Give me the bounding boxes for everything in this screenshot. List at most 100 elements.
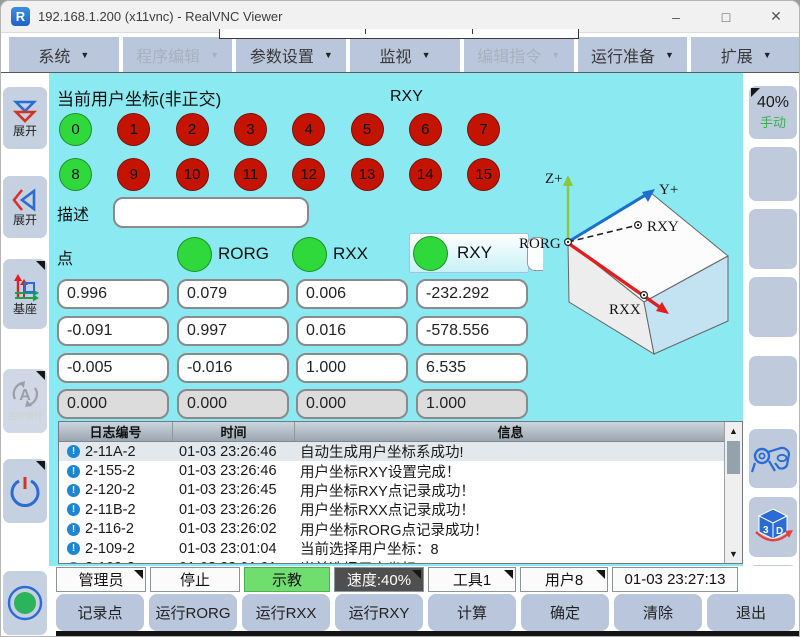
- view-3d-button[interactable]: 3 D: [749, 497, 797, 557]
- log-message: 自动生成用户坐标系成功!: [295, 441, 726, 462]
- status-teach-mode[interactable]: 示教: [244, 567, 330, 592]
- bottom-button[interactable]: 记录点: [56, 594, 144, 631]
- menu-item[interactable]: 扩展▼: [691, 37, 800, 72]
- menu-item-label: 编辑指令: [477, 43, 541, 67]
- log-id-cell: ! 2-109-2: [59, 541, 173, 557]
- expand-left-button[interactable]: 展开: [3, 176, 47, 238]
- right-blank-button-4[interactable]: [749, 356, 797, 406]
- log-message: 用户坐标RXY设置完成！: [295, 461, 726, 482]
- rxx-point-label: RXX: [609, 302, 641, 318]
- matrix-cell-r0c2[interactable]: [296, 279, 408, 309]
- chevron-down-icon: ▼: [422, 50, 431, 60]
- right-blank-button-3[interactable]: [749, 277, 797, 337]
- log-id: 2-116-2: [85, 521, 134, 537]
- log-id-cell: !2-11A-2: [59, 444, 173, 460]
- menu-item[interactable]: 编辑指令 ▼: [464, 37, 574, 72]
- menu-item[interactable]: 系统▼: [9, 37, 119, 72]
- user-coordinate-panel: 当前用户坐标(非正交) RXY 0123456789101112131415 描…: [49, 73, 743, 566]
- chevron-down-icon: ▼: [665, 50, 674, 60]
- status-tool[interactable]: 工具1: [428, 567, 516, 592]
- info-icon: !: [67, 484, 80, 497]
- matrix-cell-r0c1[interactable]: [177, 279, 289, 309]
- bottom-button[interactable]: 确定: [521, 594, 609, 631]
- menu-item[interactable]: 参数设置▼: [236, 37, 346, 72]
- power-icon: [8, 474, 42, 508]
- speed-mode-button[interactable]: 40% 手动: [749, 86, 797, 139]
- log-row[interactable]: !2-155-201-03 23:26:46用户坐标RXY设置完成！: [59, 461, 726, 480]
- log-row[interactable]: !2-11B-201-03 23:26:26用户坐标RXX点记录成功！: [59, 500, 726, 519]
- base-coord-button[interactable]: 基座: [3, 259, 47, 329]
- log-row[interactable]: !2-120-201-03 23:26:45用户坐标RXY点记录成功！: [59, 481, 726, 500]
- matrix-cell-r2c0[interactable]: [57, 353, 169, 383]
- maximize-button[interactable]: □: [701, 1, 751, 33]
- matrix-cell-r1c0[interactable]: [57, 316, 169, 346]
- log-time: 01-03 23:26:45: [173, 482, 295, 498]
- power-button[interactable]: [3, 459, 47, 523]
- menu-item[interactable]: 程序编辑▼: [123, 37, 233, 72]
- chevron-down-icon: ▼: [551, 50, 560, 60]
- log-id-cell: !2-116-2: [59, 521, 173, 537]
- scroll-down-icon[interactable]: ▼: [725, 549, 742, 559]
- z-axis-label: Z+: [545, 171, 563, 187]
- menu-item[interactable]: 监视 ▼: [350, 37, 460, 72]
- speed-value: 40%: [757, 94, 789, 112]
- minimize-button[interactable]: –: [651, 1, 701, 33]
- status-user-coord[interactable]: 用户8: [520, 567, 608, 592]
- info-icon: !: [67, 562, 80, 564]
- status-clock[interactable]: 01-03 23:27:13: [612, 567, 738, 592]
- vnc-toolbar-tab[interactable]: [219, 29, 579, 39]
- right-blank-button-1[interactable]: [749, 147, 797, 201]
- rxy-point-label: RXY: [647, 219, 679, 235]
- svg-text:3: 3: [763, 525, 769, 536]
- bottom-button[interactable]: 清除: [614, 594, 702, 631]
- status-bar: 管理员停止示教速度:40%工具1用户801-03 23:27:13: [49, 566, 800, 594]
- log-time: 01-03 23:01:01: [173, 560, 295, 564]
- log-time: 01-03 23:26:46: [173, 463, 295, 479]
- matrix-cell-r0c0[interactable]: [57, 279, 169, 309]
- cycle-label: 连续循环: [7, 410, 43, 423]
- bottom-button[interactable]: 退出: [707, 594, 795, 631]
- menu-bar: 系统▼程序编辑▼参数设置▼监视▼编辑指令▼运行准备▼扩展▼: [1, 33, 800, 73]
- status-run-state[interactable]: 停止: [150, 567, 240, 592]
- log-row[interactable]: !2-11A-201-03 23:26:46自动生成用户坐标系成功!: [59, 442, 726, 461]
- right-blank-button-2[interactable]: [749, 209, 797, 269]
- bottom-button[interactable]: 运行RORG: [149, 594, 237, 631]
- matrix-cell-r1c1[interactable]: [177, 316, 289, 346]
- bottom-button[interactable]: 运行RXX: [242, 594, 330, 631]
- log-row[interactable]: !2-109-201-03 23:01:01当前选择用户坐标：8: [59, 558, 726, 564]
- expand-down-button[interactable]: 展开: [3, 87, 47, 149]
- col-message: 信息: [295, 422, 726, 441]
- pendant-control-button[interactable]: [749, 429, 797, 488]
- close-button[interactable]: ✕: [751, 1, 800, 33]
- log-row[interactable]: !2-109-201-03 23:01:04当前选择用户坐标：8: [59, 539, 726, 558]
- status-user-role[interactable]: 管理员: [56, 567, 146, 592]
- matrix-cell-r2c1[interactable]: [177, 353, 289, 383]
- info-icon: !: [67, 542, 80, 555]
- scrollbar-thumb[interactable]: [727, 441, 740, 474]
- log-row[interactable]: !2-116-201-03 23:26:02用户坐标RORG点记录成功！: [59, 520, 726, 539]
- log-id: 2-109-2: [85, 541, 135, 557]
- servo-on-button[interactable]: [3, 571, 47, 635]
- bottom-button[interactable]: 计算: [428, 594, 516, 631]
- bottom-button[interactable]: 运行RXY: [335, 594, 423, 631]
- matrix-cell-r3c0: [57, 389, 169, 419]
- menu-item-label: 监视: [380, 43, 412, 67]
- log-id: 2-155-2: [85, 463, 135, 479]
- realvnc-logo-icon: R: [11, 7, 30, 26]
- chevron-down-icon: ▼: [324, 50, 333, 60]
- scroll-up-icon[interactable]: ▲: [725, 426, 742, 436]
- matrix-cell-r3c1: [177, 389, 289, 419]
- log-scrollbar[interactable]: ▲ ▼: [724, 422, 742, 563]
- matrix-cell-r1c2[interactable]: [296, 316, 408, 346]
- right-sidebar: 40% 手动 3 D: [743, 73, 800, 637]
- matrix-cell-r2c2[interactable]: [296, 353, 408, 383]
- log-id: 2-11B-2: [85, 502, 136, 518]
- window-controls: – □ ✕: [651, 1, 800, 33]
- mode-label: 手动: [760, 112, 786, 131]
- continuous-cycle-button[interactable]: A 连续循环: [3, 369, 47, 433]
- bottom-divider: [56, 631, 800, 637]
- log-id-cell: !2-155-2: [59, 463, 173, 479]
- status-speed[interactable]: 速度:40%: [334, 567, 424, 592]
- menu-item[interactable]: 运行准备▼: [578, 37, 688, 72]
- coordinate-diagram: Z+ Y+ RXY RXX RORG: [501, 161, 741, 375]
